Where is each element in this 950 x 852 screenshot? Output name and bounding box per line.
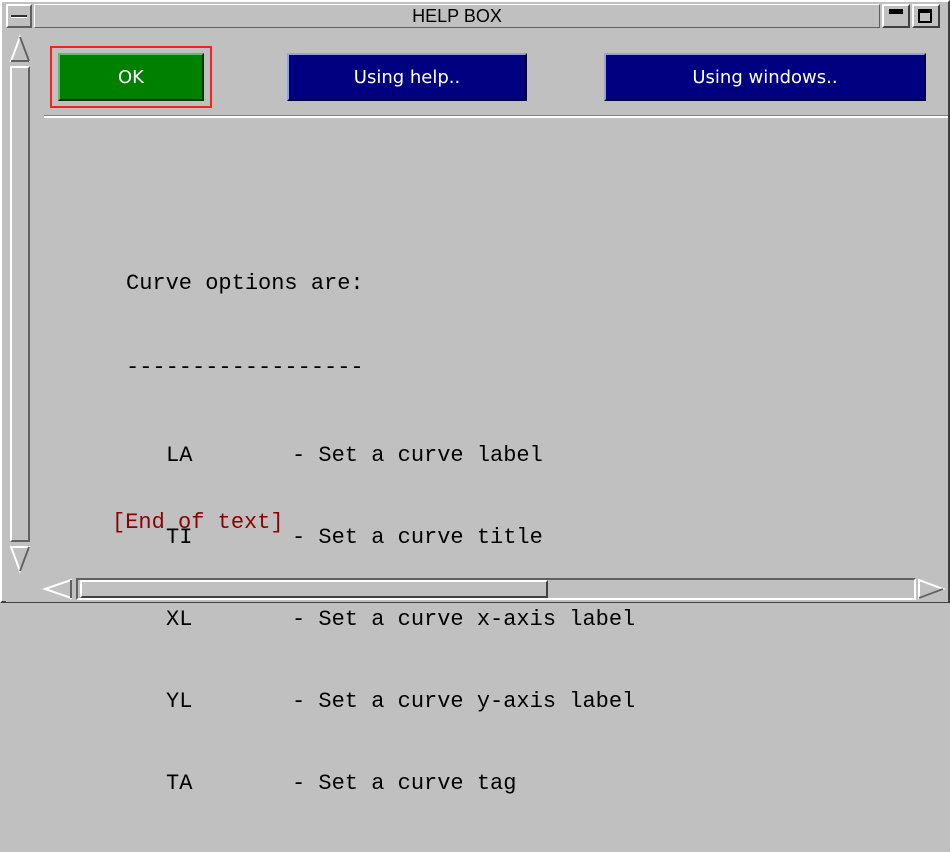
option-description: - Set a curve label	[292, 443, 543, 468]
vertical-scrollbar[interactable]	[6, 30, 40, 575]
window-title: HELP BOX	[412, 6, 502, 26]
option-row: YL - Set a curve y-axis label	[126, 688, 635, 714]
help-heading-underline: ------------------	[126, 355, 364, 380]
ok-button-focus-outline: OK	[50, 46, 212, 108]
option-description: - Set a curve tag	[292, 771, 517, 796]
minimize-icon	[889, 9, 903, 14]
maximize-icon	[918, 9, 932, 23]
triangle-right-icon[interactable]	[916, 577, 946, 601]
horizontal-scroll-track[interactable]	[76, 578, 916, 600]
triangle-down-icon[interactable]	[9, 544, 31, 574]
horizontal-scrollbar[interactable]	[40, 576, 948, 602]
triangle-left-icon[interactable]	[42, 577, 74, 601]
window-menu-button[interactable]	[6, 4, 32, 28]
option-code: XL	[166, 607, 193, 632]
help-heading: Curve options are:	[126, 271, 364, 296]
end-of-text-marker: [End of text]	[112, 510, 284, 535]
option-row: TA - Set a curve tag	[126, 770, 635, 796]
option-code: YL	[166, 689, 193, 714]
maximize-button[interactable]	[912, 4, 940, 28]
button-row-divider	[44, 115, 948, 118]
vertical-scroll-thumb[interactable]	[10, 66, 30, 542]
help-box-window: HELP BOX OK Using help.. Using windows..…	[0, 0, 950, 796]
title-bar[interactable]: HELP BOX	[34, 4, 880, 28]
using-windows-button[interactable]: Using windows..	[604, 53, 926, 101]
option-row: LA - Set a curve label	[126, 442, 635, 468]
option-description: - Set a curve x-axis label	[292, 607, 636, 632]
minimize-button[interactable]	[882, 4, 910, 28]
scrollbar-corner	[6, 576, 40, 602]
option-code: TA	[166, 771, 193, 796]
window-menu-icon	[11, 15, 27, 18]
triangle-up-icon[interactable]	[9, 34, 31, 64]
option-description: - Set a curve y-axis label	[292, 689, 636, 714]
horizontal-scroll-thumb[interactable]	[80, 580, 548, 598]
ok-button[interactable]: OK	[58, 53, 204, 101]
option-row: XL - Set a curve x-axis label	[126, 606, 635, 632]
option-description: - Set a curve title	[292, 525, 543, 550]
using-help-button[interactable]: Using help..	[287, 53, 527, 101]
option-code: LA	[166, 443, 193, 468]
